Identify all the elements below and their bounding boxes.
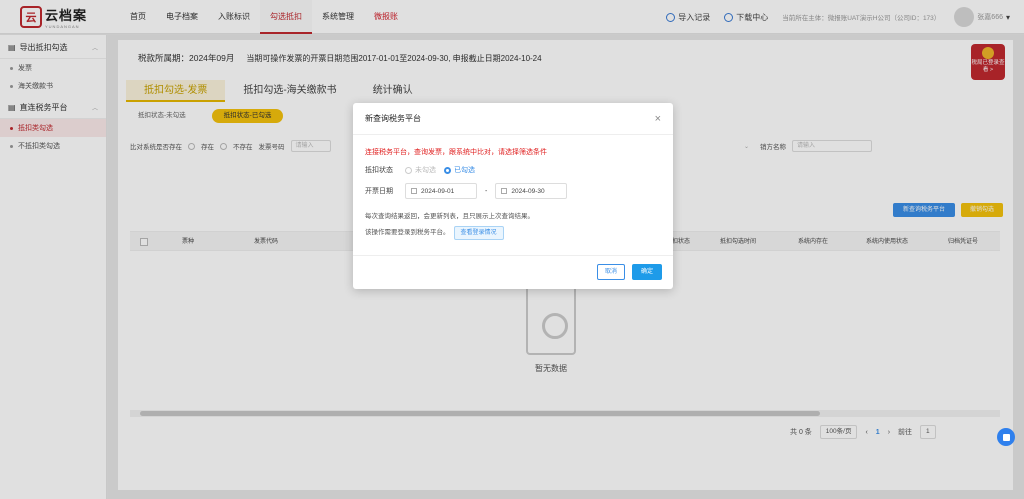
dialog-note-2: 该操作需要登录到税务平台。 xyxy=(365,229,450,236)
cancel-button[interactable]: 取消 xyxy=(597,264,625,280)
query-tax-platform-dialog: 新查询税务平台 × 连接税务平台，查询发票，跟系统中比对，请选择筛选条件 抵扣状… xyxy=(353,103,673,289)
radio-selected-label: 已勾选 xyxy=(454,167,475,174)
dialog-footer: 取消 确定 xyxy=(353,255,673,289)
calendar-icon xyxy=(411,188,417,194)
radio-unselected-label: 未勾选 xyxy=(415,167,436,174)
chat-icon xyxy=(1002,433,1010,441)
confirm-button[interactable]: 确定 xyxy=(632,264,662,280)
floating-help-button[interactable] xyxy=(997,428,1015,446)
dialog-note-1: 每次查询结果返回，会更新列表，且只展示上次查询结果。 xyxy=(365,213,534,220)
date-from-value: 2024-09-01 xyxy=(421,187,455,195)
radio-unselected[interactable]: 未勾选 xyxy=(405,165,436,175)
calendar-icon xyxy=(501,188,508,194)
dialog-warning: 连接税务平台，查询发票，跟系统中比对，请选择筛选条件 xyxy=(365,149,547,156)
close-icon[interactable]: × xyxy=(655,103,661,135)
radio-selected[interactable]: 已勾选 xyxy=(444,165,475,175)
check-login-button[interactable]: 查看登录情况 xyxy=(453,226,504,240)
date-to-input[interactable]: 2024-09-30 xyxy=(495,183,568,199)
dialog-body: 连接税务平台，查询发票，跟系统中比对，请选择筛选条件 抵扣状态 未勾选 已勾选 … xyxy=(353,135,673,241)
dialog-note: 每次查询结果返回，会更新列表，且只展示上次查询结果。 该操作需要登录到税务平台。… xyxy=(365,209,661,241)
invoice-date-label: 开票日期 xyxy=(365,188,393,195)
dialog-header: 新查询税务平台 × xyxy=(353,103,673,135)
date-to-value: 2024-09-30 xyxy=(511,187,545,195)
date-separator: - xyxy=(485,187,488,195)
dialog-title: 新查询税务平台 xyxy=(365,114,421,123)
date-from-input[interactable]: 2024-09-01 xyxy=(405,183,477,199)
deduct-state-label: 抵扣状态 xyxy=(365,167,393,174)
